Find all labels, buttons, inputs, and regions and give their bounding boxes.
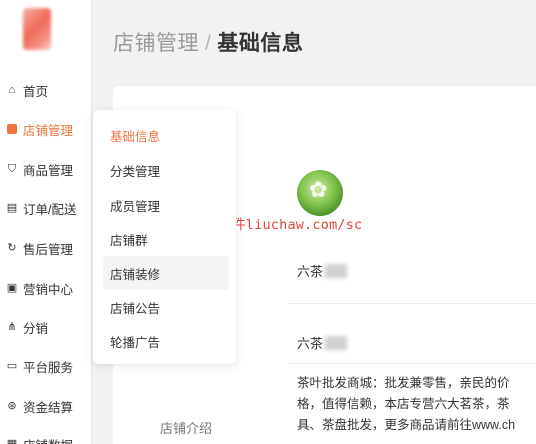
sidebar-item-funds[interactable]: ⊛ 资金结算 [0, 394, 92, 418]
divider [288, 303, 536, 304]
sidebar-item-store[interactable]: 店铺管理 [0, 117, 92, 141]
sidebar-item-label: 店铺管理 [23, 123, 74, 138]
breadcrumb: 店铺管理 / 基础信息 [113, 27, 303, 57]
submenu-item-decoration[interactable]: 店铺装修 [103, 256, 229, 290]
platform-icon: ▭ [6, 359, 18, 372]
sidebar-item-platform[interactable]: ▭ 平台服务 [0, 354, 92, 378]
sidebar: ⌂ 首页 店铺管理 ⛉ 商品管理 ▤ 订单/配送 ↻ 售后管理 ▣ 营销中心 ⋔… [0, 0, 92, 444]
sidebar-item-aftersale[interactable]: ↻ 售后管理 [0, 236, 92, 260]
app-logo [23, 8, 51, 50]
aftersale-icon: ↻ [7, 241, 17, 254]
sidebar-item-label: 店铺数据 [23, 435, 73, 444]
sidebar-item-label: 分销 [23, 321, 49, 336]
funds-icon: ⊛ [7, 399, 17, 412]
page-header: 店铺管理 / 基础信息 [93, 0, 536, 85]
shop-contact-value: 六茶 [297, 333, 348, 352]
sidebar-item-label: 营销中心 [23, 282, 74, 297]
redacted-text [325, 263, 348, 278]
divider [288, 363, 536, 364]
submenu-item-basic-info[interactable]: 基础信息 [103, 118, 229, 152]
data-icon: ▦ [6, 437, 18, 444]
sidebar-item-label: 首页 [23, 84, 49, 99]
sidebar-item-label: 平台服务 [23, 360, 74, 375]
store-submenu: 基础信息 分类管理 成员管理 店铺群 店铺装修 店铺公告 轮播广告 [93, 110, 236, 364]
submenu-item-store-group[interactable]: 店铺群 [103, 222, 229, 256]
store-icon [5, 122, 19, 136]
sidebar-item-home[interactable]: ⌂ 首页 [0, 78, 92, 102]
sidebar-item-marketing[interactable]: ▣ 营销中心 [0, 276, 92, 300]
shop-logo-icon[interactable]: ✿ [297, 170, 343, 216]
sidebar-item-data[interactable]: ▦ 店铺数据 [0, 432, 92, 444]
field-text: 六茶 [297, 264, 324, 279]
marketing-icon: ▣ [6, 281, 18, 294]
page-title: 基础信息 [217, 32, 304, 55]
sidebar-item-label: 商品管理 [23, 163, 74, 178]
sidebar-item-distribution[interactable]: ⋔ 分销 [0, 315, 92, 339]
submenu-item-announcement[interactable]: 店铺公告 [103, 290, 229, 324]
sidebar-item-label: 订单/配送 [23, 202, 77, 217]
order-icon: ▤ [6, 201, 18, 214]
bag-icon: ⛉ [7, 162, 17, 175]
field-text: 六茶 [297, 336, 324, 351]
home-icon: ⌂ [8, 83, 16, 96]
sidebar-item-products[interactable]: ⛉ 商品管理 [0, 157, 92, 181]
redacted-text [325, 335, 348, 350]
intro-label: 店铺介绍 [160, 421, 213, 436]
shop-name-value: 六茶 [297, 261, 348, 280]
submenu-item-carousel[interactable]: 轮播广告 [103, 324, 229, 358]
submenu-item-members[interactable]: 成员管理 [103, 188, 229, 222]
sidebar-item-orders[interactable]: ▤ 订单/配送 [0, 196, 92, 220]
submenu-item-category[interactable]: 分类管理 [103, 153, 229, 187]
sidebar-item-label: 资金结算 [23, 400, 74, 415]
breadcrumb-parent[interactable]: 店铺管理 [113, 32, 199, 55]
distribution-icon: ⋔ [7, 320, 17, 333]
intro-text: 茶叶批发商城：批发兼零售，亲民的价格，值得信赖，本店专营六大茗茶，茶具、茶盘批发… [297, 376, 516, 432]
breadcrumb-separator: / [205, 32, 212, 55]
sidebar-item-label: 售后管理 [23, 242, 74, 257]
